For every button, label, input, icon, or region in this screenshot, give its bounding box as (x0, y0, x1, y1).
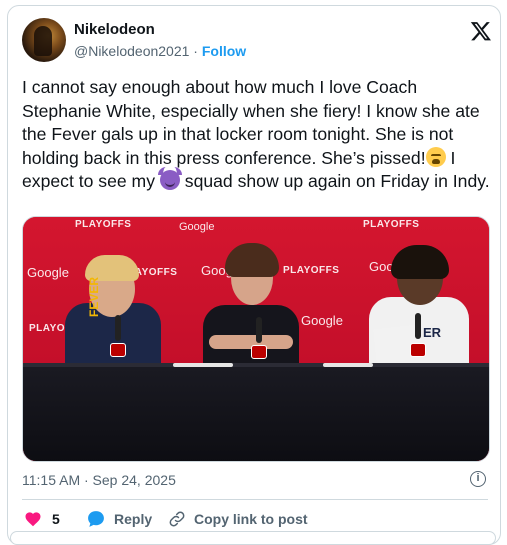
heart-icon (25, 512, 41, 527)
reply-button[interactable]: Reply (86, 508, 152, 530)
jersey-text-left: FEVER (87, 276, 101, 317)
x-logo-icon[interactable] (470, 20, 492, 42)
mic-flag-left (110, 343, 126, 357)
info-icon[interactable]: i (470, 471, 486, 487)
backdrop-google-logo: Google (27, 265, 69, 280)
tweet-text: I cannot say enough about how much I lov… (22, 76, 492, 194)
reply-bubble-icon (88, 511, 104, 527)
tweet-timestamp[interactable]: 11:15 AM · Sep 24, 2025 (22, 472, 176, 488)
author-handle-row: @Nikelodeon2021 · Follow (74, 43, 246, 59)
microphone-center (256, 317, 262, 343)
avatar-figure (34, 26, 52, 56)
avatar[interactable] (22, 18, 66, 62)
author-handle[interactable]: @Nikelodeon2021 (74, 43, 189, 59)
copy-link-button[interactable]: Copy link to post (168, 508, 308, 530)
tweet-text-part-1: I cannot say enough about how much I lov… (22, 77, 480, 168)
smiling-devil-emoji-icon (157, 167, 182, 191)
reply-label: Reply (114, 511, 153, 527)
link-icon (169, 511, 185, 527)
backdrop-playoffs-logo-4: PLAYOFFS (75, 219, 132, 230)
backdrop-playoffs-logo-2: PLAYOFFS (283, 265, 340, 276)
mic-flag-right (410, 343, 426, 357)
backdrop-google-logo-5: Google (179, 221, 215, 233)
handle-separator: · (193, 43, 198, 59)
microphone-left (115, 315, 121, 341)
copy-link-label: Copy link to post (194, 511, 308, 527)
jersey-text-right: ER (423, 325, 442, 340)
tired-face-emoji-icon (425, 146, 446, 167)
divider (22, 499, 488, 500)
table-paper-1 (173, 363, 233, 367)
tweet-header: Nikelodeon @Nikelodeon2021 · Follow (22, 18, 492, 62)
author-display-name[interactable]: Nikelodeon (74, 21, 155, 38)
media-video-thumbnail[interactable]: Google PLAYOFFS Google PLAYOFFS Google P… (22, 216, 490, 462)
microphone-right (415, 313, 421, 339)
tweet-card: Nikelodeon @Nikelodeon2021 · Follow I ca… (7, 5, 501, 545)
like-button[interactable]: 5 (24, 508, 60, 530)
follow-button[interactable]: Follow (202, 43, 246, 59)
press-table (23, 367, 489, 461)
tweet-actions: 5 Reply Copy link to post (22, 508, 492, 530)
tweet-text-part-3: squad show up again on Friday in Indy. (179, 171, 490, 192)
like-count: 5 (52, 511, 60, 527)
read-replies-pill[interactable] (10, 531, 496, 545)
backdrop-google-logo-4: Google (301, 313, 343, 328)
backdrop-playoffs-logo-5: PLAYOFFS (363, 219, 420, 230)
table-paper-2 (323, 363, 373, 367)
mic-flag-center (251, 345, 267, 359)
